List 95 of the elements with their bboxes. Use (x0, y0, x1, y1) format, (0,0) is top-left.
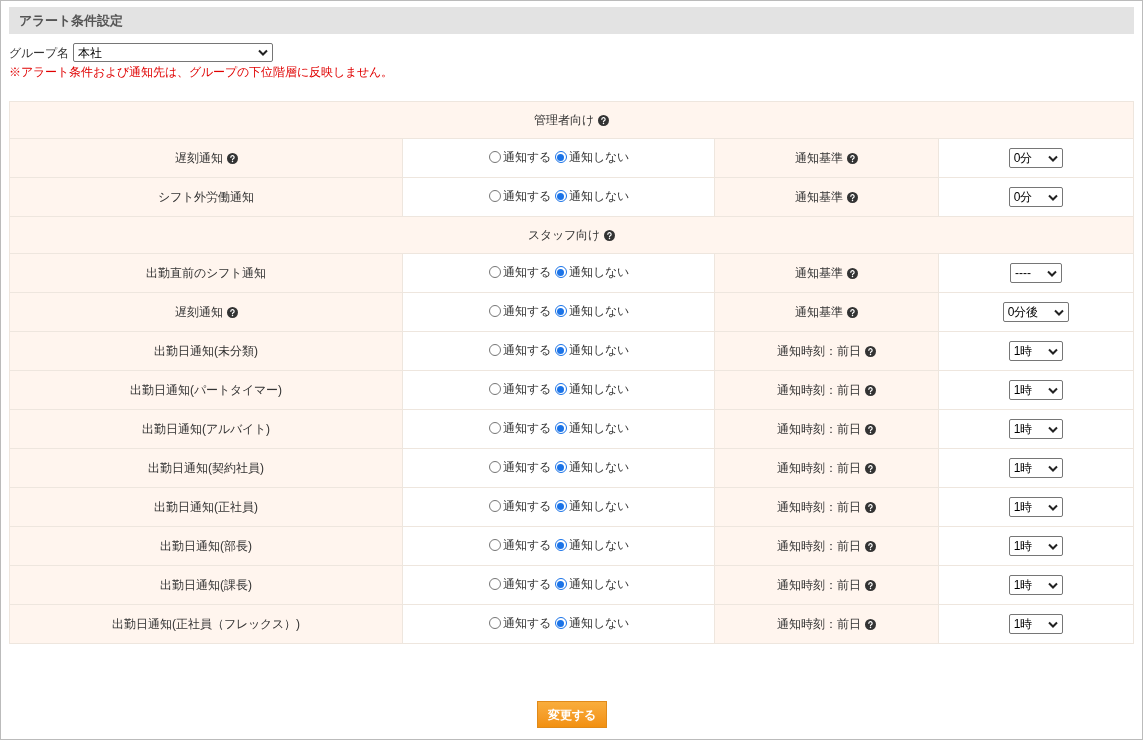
section-title: 管理者向け (534, 112, 594, 129)
row-label: 出勤日通知(正社員（フレックス）) (112, 616, 300, 633)
help-icon[interactable] (847, 191, 858, 203)
row-label: 出勤日通知(契約社員) (148, 460, 264, 477)
criterion-select[interactable]: 1時 (1008, 458, 1064, 478)
criterion-select[interactable]: 0分後 (1002, 302, 1070, 322)
criterion-select[interactable]: 1時 (1008, 536, 1064, 556)
caret-icon (1048, 581, 1059, 589)
radio-label[interactable]: 通知しない (568, 263, 629, 281)
caret-icon (1048, 464, 1059, 472)
radio-label[interactable]: 通知する (502, 536, 551, 554)
criterion-label: 通知基準 (795, 189, 843, 206)
row-label: 出勤日通知(部長) (160, 538, 252, 555)
radio-label[interactable]: 通知しない (568, 148, 629, 166)
help-icon[interactable] (598, 114, 609, 126)
radio-label[interactable]: 通知する (502, 187, 551, 205)
criterion-label: 通知基準 (795, 304, 843, 321)
row-label: 出勤日通知(課長) (160, 577, 252, 594)
radio-label[interactable]: 通知しない (568, 575, 629, 593)
caret-icon (1048, 347, 1059, 355)
criterion-select[interactable]: 1時 (1008, 341, 1064, 361)
criterion-label: 通知基準 (795, 265, 843, 282)
radio-label[interactable]: 通知しない (568, 380, 629, 398)
radio-label[interactable]: 通知しない (568, 536, 629, 554)
row-label: 遅刻通知 (174, 150, 223, 167)
help-icon[interactable] (865, 540, 876, 552)
radio-label[interactable]: 通知しない (568, 302, 629, 320)
help-icon[interactable] (847, 306, 858, 318)
radio-label[interactable]: 通知する (502, 419, 551, 437)
group-label: グループ名 (9, 44, 69, 62)
radio-label[interactable]: 通知しない (568, 187, 629, 205)
row-label: シフト外労働通知 (158, 189, 254, 206)
radio-label[interactable]: 通知する (502, 302, 551, 320)
criterion-label: 通知時刻：前日 (777, 460, 861, 477)
help-icon[interactable] (865, 345, 876, 357)
caret-icon (1048, 193, 1059, 201)
section-title: スタッフ向け (528, 227, 600, 244)
help-icon[interactable] (604, 229, 615, 241)
criterion-select[interactable]: 1時 (1008, 575, 1064, 595)
criterion-label: 通知時刻：前日 (777, 421, 861, 438)
help-icon[interactable] (226, 152, 238, 164)
help-icon[interactable] (865, 423, 876, 435)
criterion-select[interactable]: 1時 (1008, 380, 1064, 400)
row-label: 出勤日通知(未分類) (154, 343, 258, 360)
criterion-select[interactable]: 1時 (1008, 419, 1064, 439)
help-icon[interactable] (847, 267, 858, 279)
help-icon[interactable] (865, 462, 876, 474)
notice-text: ※アラート条件および通知先は、グループの下位階層に反映しません。 (9, 64, 394, 81)
criterion-select[interactable]: 0分 (1008, 187, 1064, 207)
radio-label[interactable]: 通知しない (568, 614, 629, 632)
help-icon[interactable] (865, 579, 876, 591)
help-icon[interactable] (865, 618, 876, 630)
radio-label[interactable]: 通知しない (568, 341, 629, 359)
help-icon[interactable] (847, 152, 858, 164)
radio-label[interactable]: 通知する (502, 341, 551, 359)
caret-icon (1048, 542, 1059, 550)
radio-label[interactable]: 通知する (502, 458, 551, 476)
criterion-select[interactable]: 0分 (1008, 148, 1064, 168)
criterion-label: 通知時刻：前日 (777, 499, 861, 516)
row-label: 遅刻通知 (174, 304, 223, 321)
row-label: 出勤日通知(パートタイマー) (130, 382, 282, 399)
criterion-label: 通知時刻：前日 (777, 382, 861, 399)
criterion-label: 通知時刻：前日 (777, 577, 861, 594)
help-icon[interactable] (226, 306, 238, 318)
caret-icon (1048, 503, 1059, 511)
criterion-label: 通知時刻：前日 (777, 616, 861, 633)
caret-icon (1048, 425, 1059, 433)
caret-icon (1048, 620, 1059, 628)
radio-label[interactable]: 通知する (502, 380, 551, 398)
criterion-label: 通知時刻：前日 (777, 343, 861, 360)
caret-icon (1048, 386, 1059, 394)
radio-label[interactable]: 通知しない (568, 419, 629, 437)
criterion-select[interactable]: ---- (1010, 263, 1062, 283)
radio-label[interactable]: 通知する (502, 497, 551, 515)
radio-label[interactable]: 通知する (502, 263, 551, 281)
caret-icon (1048, 154, 1059, 162)
page-title: アラート条件設定 (19, 11, 123, 30)
criterion-select[interactable]: 1時 (1008, 614, 1064, 634)
radio-label[interactable]: 通知しない (568, 497, 629, 515)
criterion-label: 通知時刻：前日 (777, 538, 861, 555)
radio-label[interactable]: 通知する (502, 614, 551, 632)
row-label: 出勤日通知(正社員) (154, 499, 258, 516)
caret-icon (1047, 269, 1057, 277)
row-label: 出勤日通知(アルバイト) (142, 421, 270, 438)
radio-label[interactable]: 通知する (502, 575, 551, 593)
criterion-label: 通知基準 (795, 150, 843, 167)
radio-label[interactable]: 通知する (502, 148, 551, 166)
radio-label[interactable]: 通知しない (568, 458, 629, 476)
group-select[interactable]: 本社 (73, 43, 273, 62)
row-label: 出勤直前のシフト通知 (146, 265, 266, 282)
caret-icon (1054, 308, 1065, 316)
caret-icon (258, 49, 268, 56)
help-icon[interactable] (865, 384, 876, 396)
criterion-select[interactable]: 1時 (1008, 497, 1064, 517)
help-icon[interactable] (865, 501, 876, 513)
